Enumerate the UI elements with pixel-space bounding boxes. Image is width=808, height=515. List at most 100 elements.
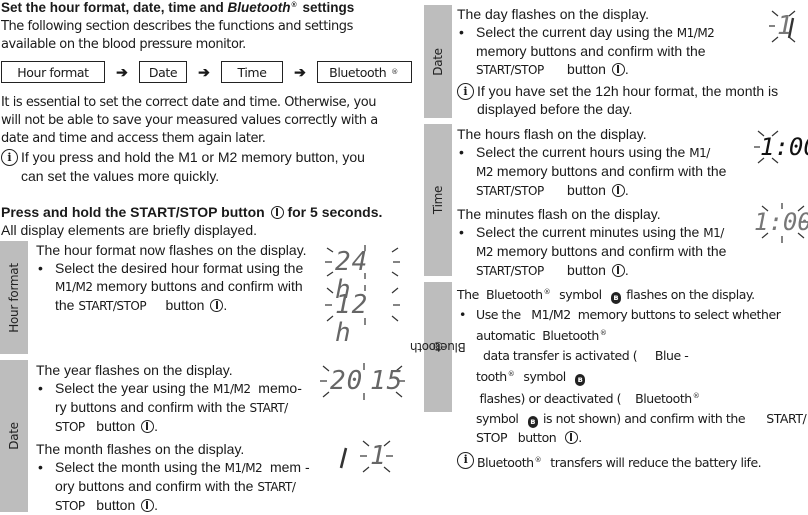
bullet-text: ry buttons and confirm with the xyxy=(55,399,250,415)
bullet-text: button xyxy=(146,297,209,313)
bullet-text: Select the current minutes using the xyxy=(476,224,704,240)
power-button-icon xyxy=(141,499,155,512)
lcd-minutes: 1:00 xyxy=(752,203,808,243)
press-hold-text: for 5 seconds. xyxy=(283,204,383,220)
tip-text: Bluetooth® transfers will reduce the bat… xyxy=(477,451,762,472)
bullet-text: Select the current day using the xyxy=(476,24,677,40)
bullet-item: Select the month using the M1/M2 mem - o… xyxy=(36,458,316,515)
power-button-icon xyxy=(210,299,224,312)
title-brand: Bluetooth xyxy=(227,0,291,15)
power-button-icon xyxy=(611,264,625,277)
arrow-right-icon: ➔ xyxy=(198,63,210,80)
bullet-text: memory buttons and confirm with the xyxy=(493,163,727,179)
side-tab-label: Time xyxy=(431,185,445,215)
bullet-text: data transfer is activated ( Blue - xyxy=(476,347,689,363)
power-button-icon xyxy=(270,206,284,219)
bullet-text: button xyxy=(84,497,140,513)
bluetooth-icon: ʙ xyxy=(574,374,585,387)
left-column: Set the hour format, date, time and Blue… xyxy=(0,0,412,515)
memory-button-ref: M2 xyxy=(476,245,494,259)
registered-mark: ® xyxy=(692,391,700,400)
section-lead: The hours flash on the display. xyxy=(457,126,647,142)
lcd-digits: 1 xyxy=(370,441,387,471)
date-year-month-section: The year flashes on the display. Select … xyxy=(36,361,316,515)
side-tab-bluetooth: Bluetooth ® xyxy=(410,282,466,412)
lcd-24h: 24 h xyxy=(325,245,400,304)
bullet-text: memo- xyxy=(250,380,302,396)
side-tab-label: Date xyxy=(431,47,445,76)
arrow-right-icon: ➔ xyxy=(294,63,306,80)
lcd-digits: 1:00 xyxy=(760,133,808,161)
tip-line: transfers will reduce the battery life. xyxy=(543,454,762,470)
bullet-text: automatic Bluetooth xyxy=(476,328,599,344)
press-hold-subtext: All display elements are briefly display… xyxy=(1,222,258,238)
flow-step-label: Hour format xyxy=(17,64,89,80)
lcd-month: 1 xyxy=(338,438,398,476)
title-suffix: settings xyxy=(298,0,355,15)
start-stop-ref: STOP xyxy=(55,499,85,513)
memory-button-ref: M1/M2 xyxy=(676,26,715,40)
registered-mark: ® xyxy=(534,455,542,464)
section-lead: The day flashes on the display. xyxy=(457,6,649,22)
memory-button-ref: M1/ xyxy=(703,226,724,240)
start-stop-ref: START/STOP xyxy=(476,264,544,278)
bullet-text: symbol xyxy=(552,287,609,303)
tip-battery: i Bluetooth® transfers will reduce the b… xyxy=(457,451,808,472)
bullet-text: button xyxy=(543,61,610,77)
title-text: Set the hour format, date, time and xyxy=(1,0,228,15)
side-tab-date: Date xyxy=(0,360,28,512)
info-icon: i xyxy=(1,149,18,166)
bullet-text: the xyxy=(55,297,79,313)
page-title: Set the hour format, date, time and Blue… xyxy=(1,0,354,15)
essential-line: It is essential to set the correct date … xyxy=(1,95,377,110)
side-tab-label: Hour format xyxy=(7,262,21,333)
bullet-text: mem - xyxy=(262,459,310,475)
section-lead: The month flashes on the display. xyxy=(36,441,245,457)
lcd-digits: 12 h xyxy=(335,290,369,348)
side-tab-label: Date xyxy=(7,422,21,450)
flow-step-bluetooth: Bluetooth ® xyxy=(317,61,412,83)
flow-step-hour-format: Hour format xyxy=(1,61,105,83)
tip-line: can set the values more quickly. xyxy=(21,168,220,184)
settings-flow: Hour format ➔ Date ➔ Time ➔ Bluetooth ® xyxy=(1,60,412,84)
bullet-text: Select the desired hour format using the xyxy=(55,260,304,276)
bullet-item: Use the M1/M2 memory buttons to select w… xyxy=(457,305,808,448)
start-stop-ref: START/ xyxy=(249,401,289,415)
lcd-year: 20 15 xyxy=(320,363,405,401)
tip-line: If you press and hold the M1 or M2 memor… xyxy=(21,149,365,165)
essential-line: will not be able to save your measured v… xyxy=(1,113,378,128)
bullet-text: tooth xyxy=(476,369,507,385)
info-icon: i xyxy=(457,451,474,469)
flash-rays-icon xyxy=(339,440,393,473)
flow-step-date: Date xyxy=(139,61,187,83)
lcd-digits: 1 xyxy=(777,11,794,41)
bullet-text: symbol xyxy=(516,369,573,385)
time-section: The hours flash on the display. Select t… xyxy=(457,125,767,280)
registered-mark: ® xyxy=(599,329,607,338)
side-tab-date: Date xyxy=(424,5,452,118)
bluetooth-icon: ʙ xyxy=(527,415,538,428)
power-button-icon xyxy=(611,184,625,197)
arrow-right-icon: ➔ xyxy=(116,63,128,80)
registered-mark: ® xyxy=(507,370,515,379)
bullet-item: Select the current hours using the M1/ M… xyxy=(457,143,767,200)
right-column: Date The day flashes on the display. Sel… xyxy=(410,0,808,512)
press-hold-instruction: Press and hold the START/STOP button for… xyxy=(1,203,382,239)
registered-mark: ® xyxy=(543,288,551,296)
bullet-text: The Bluetooth xyxy=(457,287,543,303)
memory-button-ref: M1/M2 xyxy=(224,461,263,475)
bluetooth-icon: ʙ xyxy=(610,292,621,305)
section-lead: The minutes flash on the display. xyxy=(457,206,661,222)
bullet-text: Select the month using the xyxy=(55,459,225,475)
bullet-item: Select the current minutes using the M1/… xyxy=(457,223,767,280)
flow-step-time: Time xyxy=(221,61,283,83)
start-stop-ref: STOP xyxy=(55,420,85,434)
memory-button-ref: M1/ xyxy=(689,146,710,160)
intro-text: The following section describes the func… xyxy=(1,18,353,54)
bullet-text: is not shown) and confirm with the START… xyxy=(539,410,807,426)
press-hold-text: Press and hold the START/STOP button xyxy=(1,204,269,220)
info-icon: i xyxy=(457,83,474,100)
bullet-item: Select the current day using the M1/M2 m… xyxy=(457,23,807,79)
bullet-text: Use the M1/M2 memory buttons to select w… xyxy=(476,306,781,322)
essential-note: It is essential to set the correct date … xyxy=(1,94,378,148)
